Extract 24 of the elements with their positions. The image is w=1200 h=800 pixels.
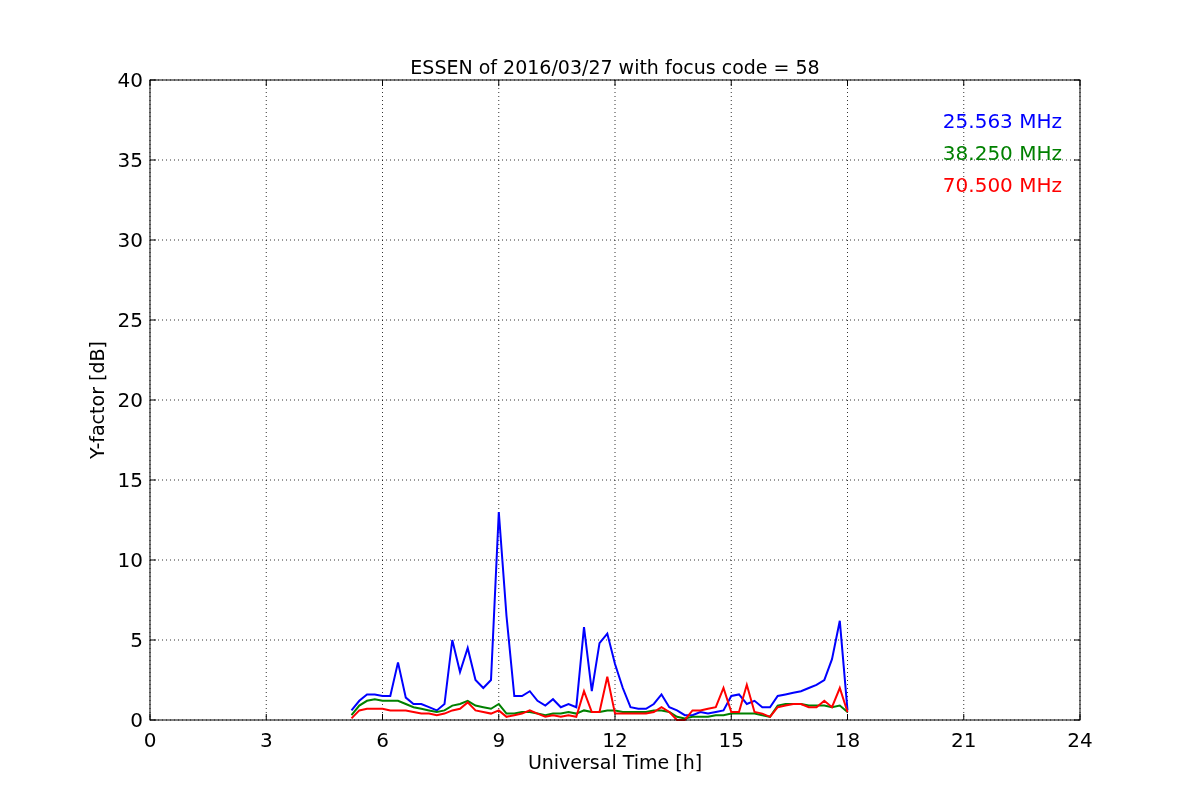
axis-label: Y-factor [dB] [86,341,108,459]
tick-label: 0 [130,708,143,732]
tick-label: 40 [117,68,143,92]
legend-label: 38.250 MHz [942,141,1062,165]
tick-label: 21 [951,728,977,752]
legend-label: 25.563 MHz [942,109,1062,133]
tick-label: 15 [117,468,143,492]
tick-label: 6 [376,728,389,752]
tick-label: 5 [130,628,143,652]
axis-label: Universal Time [h] [527,751,703,773]
tick-label: 15 [718,728,744,752]
tick-label: 10 [117,548,143,572]
tick-label: 0 [143,728,157,752]
tick-label: 3 [259,728,273,752]
tick-label: 24 [1067,728,1093,752]
tick-label: 35 [117,148,143,172]
chart-title: ESSEN of 2016/03/27 with focus code = 58 [410,56,820,78]
tick-label: 25 [117,308,143,332]
tick-label: 18 [834,728,861,752]
tick-label: 9 [492,728,506,752]
legend-label: 70.500 MHz [942,173,1062,197]
tick-label: 12 [602,728,628,752]
tick-label: 20 [117,388,143,412]
tick-label: 30 [117,228,143,252]
